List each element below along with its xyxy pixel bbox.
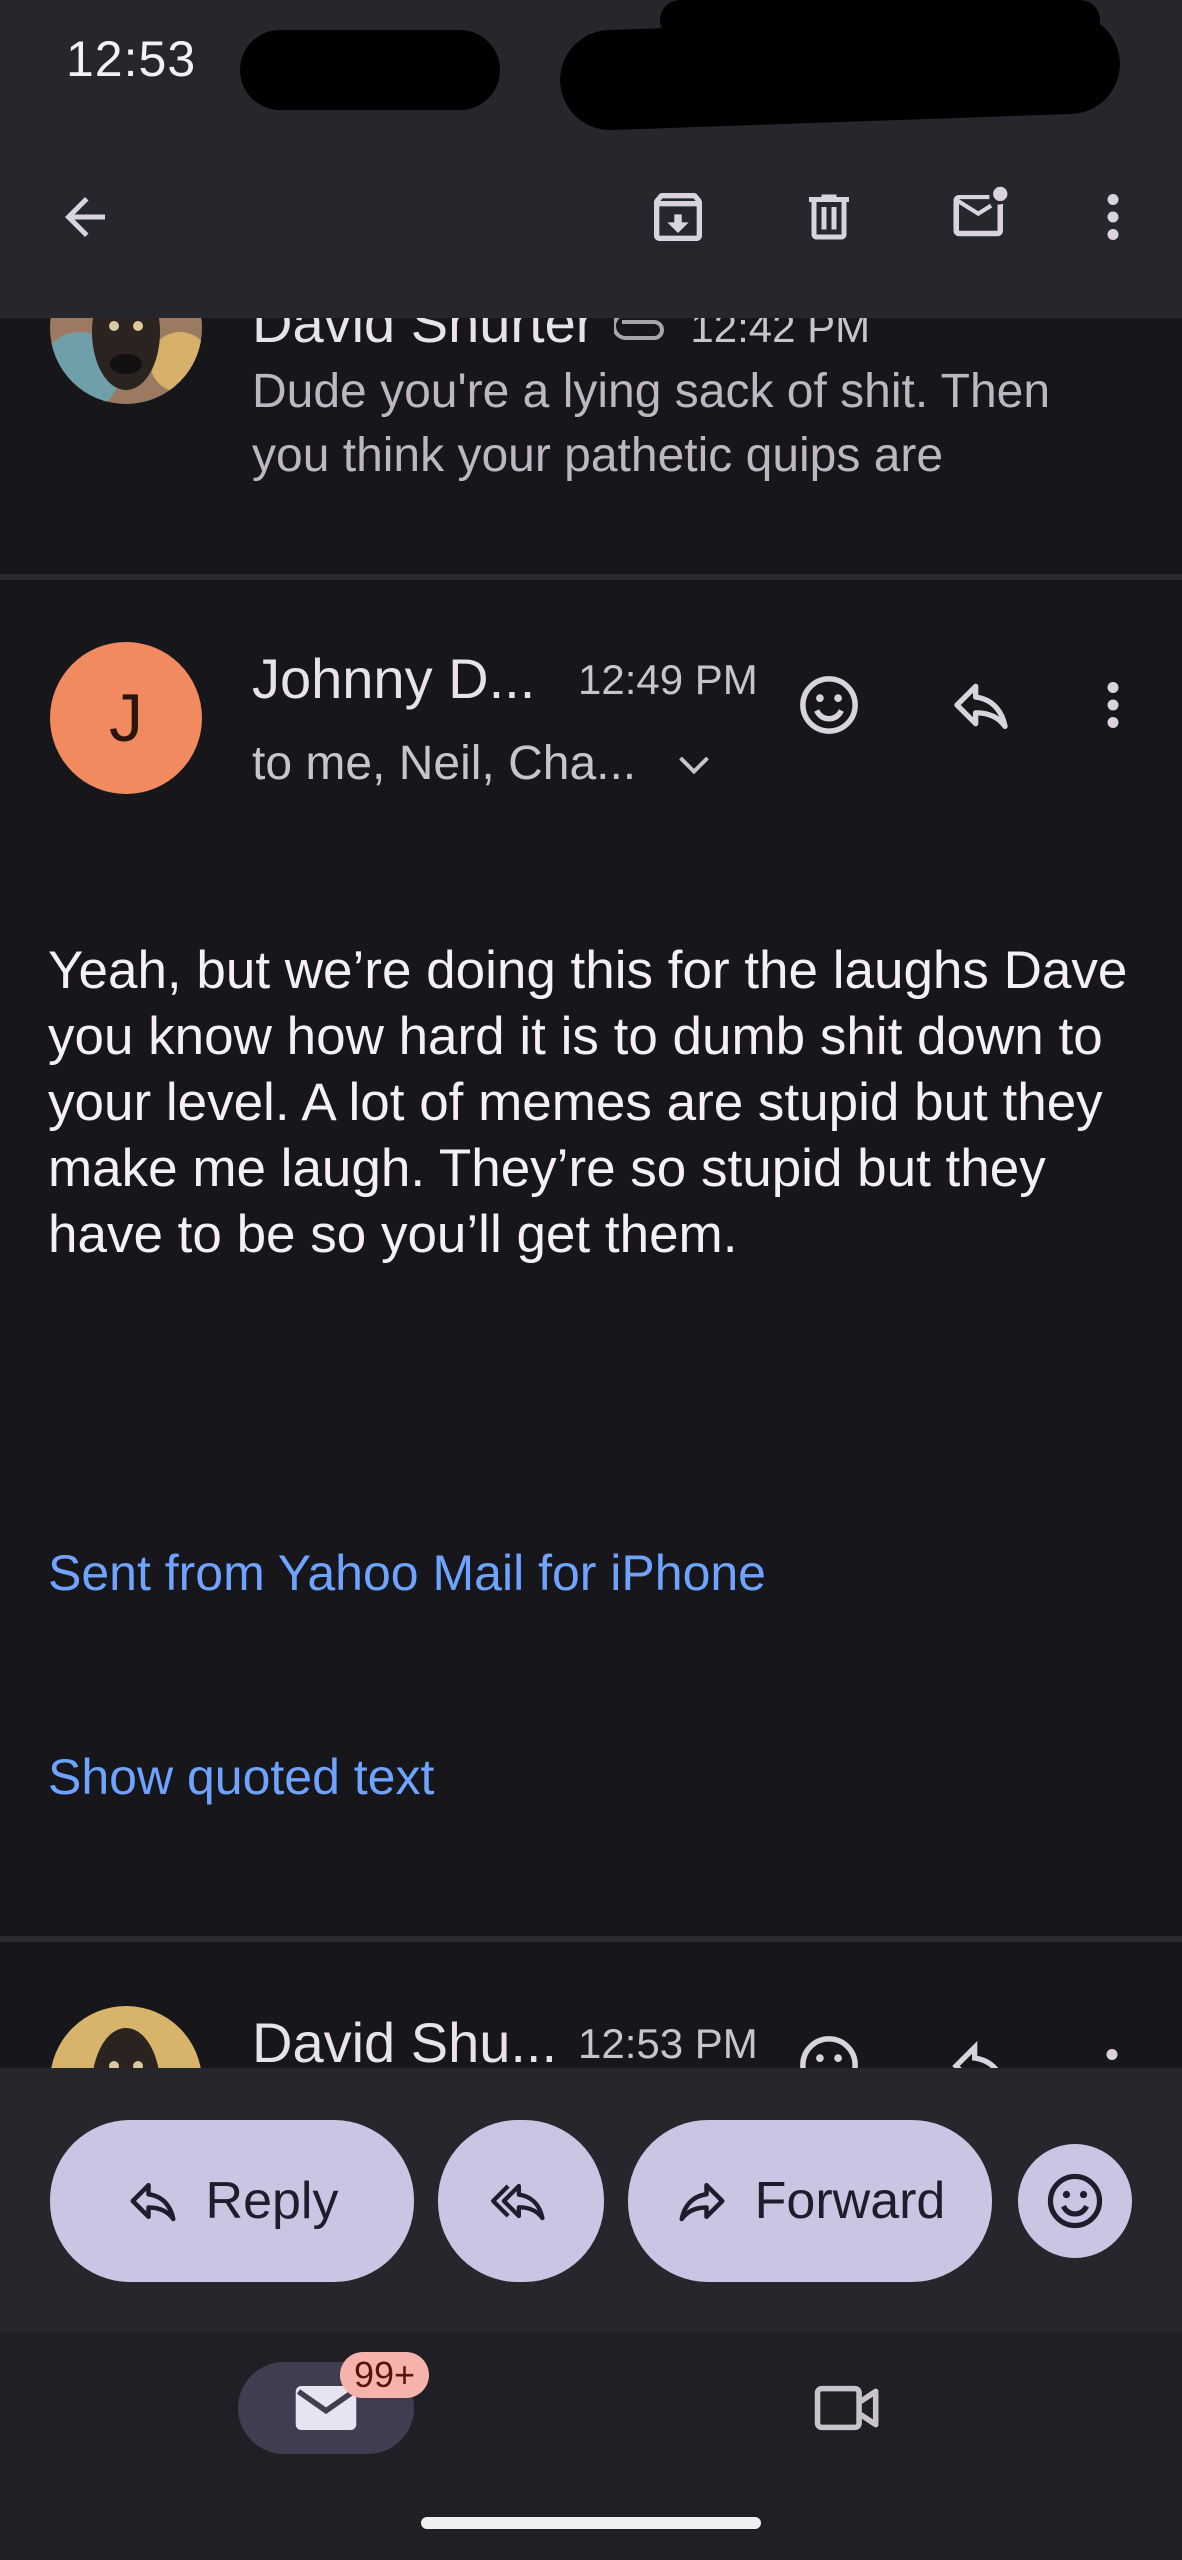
more-vert-icon[interactable] bbox=[1092, 2042, 1132, 2068]
signature-link[interactable]: Sent from Yahoo Mail for iPhone bbox=[48, 1544, 766, 1602]
more-vert-icon[interactable] bbox=[1068, 660, 1158, 750]
redaction-mark bbox=[240, 30, 500, 110]
forward-icon bbox=[679, 2183, 725, 2222]
sender-name: David Shurter bbox=[252, 318, 595, 354]
trash-icon[interactable] bbox=[784, 172, 874, 262]
message-collapsed[interactable]: David Shurter 12:42 PM Dude you're a lyi… bbox=[0, 318, 1182, 574]
forward-button[interactable]: Forward bbox=[628, 2120, 992, 2282]
sender-avatar[interactable]: J bbox=[50, 642, 202, 794]
snippet-line: Dude you're a lying sack of shit. Then bbox=[252, 365, 1051, 418]
more-vert-icon[interactable] bbox=[1068, 172, 1158, 262]
attachment-icon bbox=[614, 318, 670, 342]
reply-all-button[interactable] bbox=[438, 2120, 604, 2282]
add-reaction-icon[interactable] bbox=[784, 660, 874, 750]
sender-avatar bbox=[50, 2006, 202, 2068]
reply-all-icon bbox=[491, 2183, 545, 2221]
snippet-line: you think your pathetic quips are bbox=[252, 429, 944, 482]
status-time: 12:53 bbox=[66, 31, 197, 87]
message-divider bbox=[0, 574, 1182, 580]
mark-unread-icon[interactable] bbox=[936, 172, 1026, 262]
reply-icon[interactable] bbox=[936, 660, 1026, 750]
emoji-reaction-button[interactable] bbox=[1018, 2144, 1132, 2258]
sender-name: David Shu... bbox=[252, 2011, 558, 2068]
message-snippet: Dude you're a lying sack of shit. Then y… bbox=[252, 360, 1152, 488]
archive-icon[interactable] bbox=[633, 172, 723, 262]
sender-avatar bbox=[50, 318, 202, 404]
add-reaction-icon[interactable] bbox=[796, 2032, 862, 2068]
reply-label: Reply bbox=[205, 2172, 339, 2230]
reply-icon bbox=[130, 2183, 176, 2222]
video-camera-icon bbox=[814, 2385, 879, 2431]
back-arrow-icon[interactable] bbox=[40, 172, 130, 262]
redaction-mark bbox=[660, 0, 1100, 40]
unread-badge: 99+ bbox=[340, 2352, 430, 2398]
add-reaction-icon bbox=[1047, 2173, 1103, 2229]
forward-label: Forward bbox=[754, 2172, 946, 2230]
message-time: 12:53 PM bbox=[578, 2020, 758, 2067]
message-body: Yeah, but we’re doing this for the laugh… bbox=[48, 941, 1128, 1264]
message-time: 12:42 PM bbox=[690, 318, 871, 351]
message-collapsed[interactable]: David Shu... 12:53 PM bbox=[0, 1942, 1182, 2068]
show-quoted-text-link[interactable]: Show quoted text bbox=[48, 1748, 434, 1806]
nav-meet-tab[interactable] bbox=[812, 2378, 884, 2438]
avatar-letter: J bbox=[109, 680, 143, 756]
reply-button[interactable]: Reply bbox=[50, 2120, 414, 2282]
recipients-toggle[interactable]: to me, Neil, Cha... bbox=[252, 736, 712, 791]
chevron-down-icon bbox=[676, 752, 712, 776]
reply-icon[interactable] bbox=[948, 2034, 1012, 2068]
message-time: 12:49 PM bbox=[578, 656, 758, 703]
recipients-text: to me, Neil, Cha... bbox=[252, 737, 637, 790]
home-indicator bbox=[421, 2517, 761, 2529]
sender-name[interactable]: Johnny D... bbox=[252, 646, 535, 711]
